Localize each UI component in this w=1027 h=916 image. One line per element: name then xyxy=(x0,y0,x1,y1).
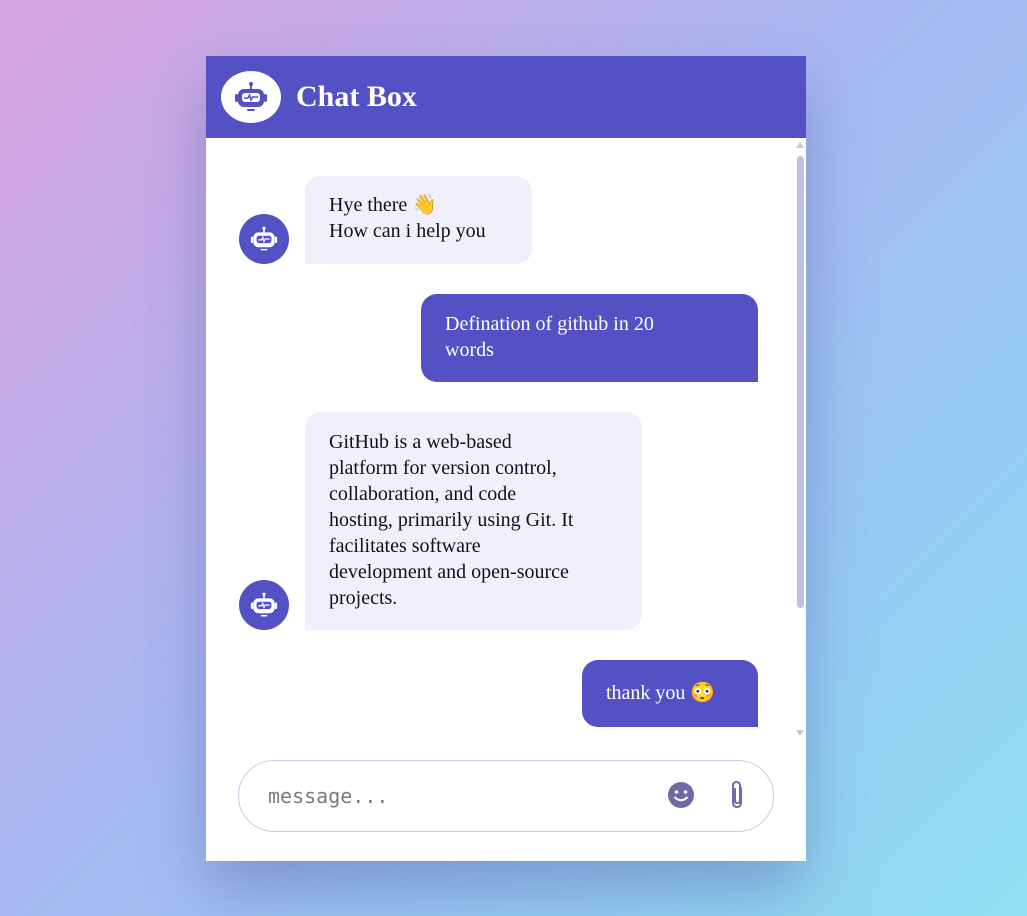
message-list[interactable]: Hye there 👋 How can i help you Definatio… xyxy=(206,138,806,738)
robot-icon xyxy=(250,226,278,251)
message-line: How can i help you xyxy=(329,220,486,242)
scroll-up-arrow-icon[interactable] xyxy=(796,142,804,148)
message-line: development and open-source xyxy=(329,561,569,583)
message-line: Hye there 👋 xyxy=(329,194,438,216)
chat-header: Chat Box xyxy=(206,56,806,138)
message-line: hosting, primarily using Git. It xyxy=(329,509,574,531)
message-line: projects. xyxy=(329,587,398,609)
message-line: thank you 😳 xyxy=(606,682,716,704)
message-bubble-user: thank you 😳 xyxy=(582,660,758,727)
header-avatar xyxy=(221,71,281,123)
scrollbar-thumb[interactable] xyxy=(797,156,804,608)
message-line: words xyxy=(445,339,494,361)
message-composer xyxy=(238,760,774,832)
message-line: facilitates software xyxy=(329,535,481,557)
message-bubble-bot: Hye there 👋 How can i help you xyxy=(305,176,532,264)
paperclip-icon[interactable] xyxy=(729,780,747,810)
message-line: collaboration, and code xyxy=(329,483,517,505)
scrollbar[interactable] xyxy=(796,142,804,738)
chat-title: Chat Box xyxy=(296,80,417,113)
scroll-down-arrow-icon[interactable] xyxy=(796,730,804,736)
message-bubble-bot: GitHub is a web-based platform for versi… xyxy=(305,412,642,630)
robot-icon xyxy=(235,82,267,111)
message-input[interactable] xyxy=(266,783,650,809)
robot-icon xyxy=(250,592,278,617)
message-bubble-user: Defination of github in 20 words xyxy=(421,294,758,382)
message-line: platform for version control, xyxy=(329,457,557,479)
bot-avatar xyxy=(239,214,289,264)
chat-window: Chat Box Hye there 👋 How can i help you … xyxy=(206,56,806,861)
message-line: Defination of github in 20 xyxy=(445,313,654,335)
message-line: GitHub is a web-based xyxy=(329,431,512,453)
smiley-icon[interactable] xyxy=(667,781,695,809)
bot-avatar xyxy=(239,580,289,630)
